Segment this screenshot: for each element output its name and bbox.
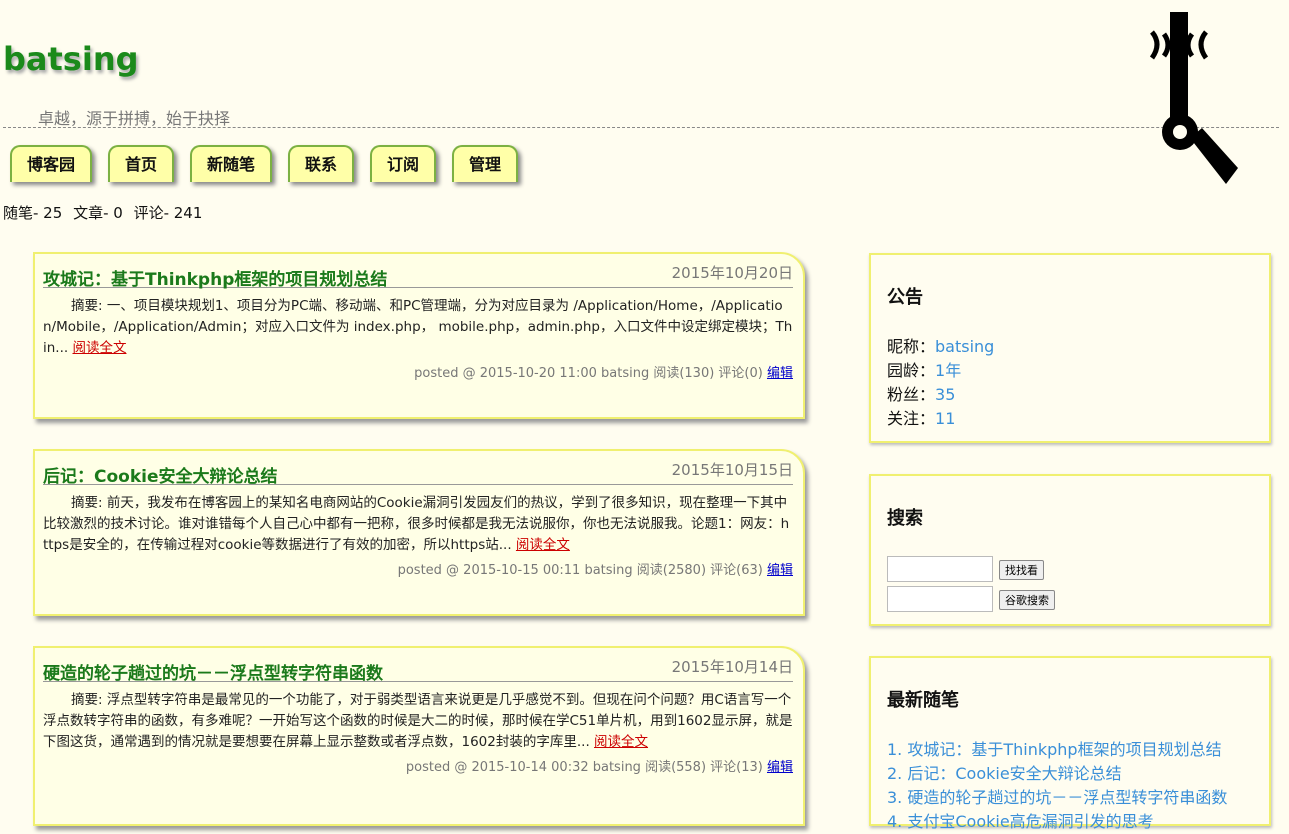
notice-label: 粉丝： xyxy=(887,385,936,404)
latest-posts-list: 1. 攻城记：基于Thinkphp框架的项目规划总结 2. 后记：Cookie安… xyxy=(887,738,1253,834)
fans-link[interactable]: 35 xyxy=(935,385,955,404)
read-more-link[interactable]: 阅读全文 xyxy=(594,734,648,750)
post-title[interactable]: 攻城记：基于Thinkphp框架的项目规划总结 xyxy=(43,265,387,290)
nav-tab-home[interactable]: 首页 xyxy=(108,145,174,182)
stat-posts: 随笔- 25 xyxy=(3,204,63,222)
age-link[interactable]: 1年 xyxy=(935,361,961,380)
post-title[interactable]: 后记：Cookie安全大辩论总结 xyxy=(43,462,278,487)
post-header: 攻城记：基于Thinkphp框架的项目规划总结 2015年10月20日 xyxy=(43,260,793,290)
post-header: 硬造的轮子趟过的坑－－浮点型转字符串函数 2015年10月14日 xyxy=(43,654,793,684)
latest-post-link[interactable]: 4. 支付宝Cookie高危漏洞引发的思考 xyxy=(887,812,1154,831)
stat-articles: 文章- 0 xyxy=(73,204,123,222)
post-summary: 摘要: 一、项目模块规划1、项目分为PC端、移动端、和PC管理端，分为对应目录为… xyxy=(43,296,793,359)
notice-label: 园龄： xyxy=(887,361,936,380)
nav-tab-new-post[interactable]: 新随笔 xyxy=(190,145,272,182)
notice-widget: 公告 昵称：batsing 园龄：1年 粉丝：35 关注：11 xyxy=(869,253,1271,443)
latest-posts-widget: 最新随笔 1. 攻城记：基于Thinkphp框架的项目规划总结 2. 后记：Co… xyxy=(869,656,1271,831)
post-card: 后记：Cookie安全大辩论总结 2015年10月15日 摘要: 前天，我发布在… xyxy=(33,449,805,616)
edit-link[interactable]: 编辑 xyxy=(767,760,793,775)
list-item: 4. 支付宝Cookie高危漏洞引发的思考 xyxy=(887,810,1253,834)
post-summary-text: 摘要: 一、项目模块规划1、项目分为PC端、移动端、和PC管理端，分为对应目录为… xyxy=(43,298,793,356)
post-meta-text: posted @ 2015-10-14 00:32 batsing 阅读(558… xyxy=(405,760,763,775)
site-subtitle: 卓越，源于拼搏，始于抉择 xyxy=(38,109,231,128)
nickname-link[interactable]: batsing xyxy=(935,337,994,356)
post-meta: posted @ 2015-10-20 11:00 batsing 阅读(130… xyxy=(43,362,793,381)
list-item: 2. 后记：Cookie安全大辩论总结 xyxy=(887,762,1253,786)
notice-row-age: 园龄：1年 xyxy=(887,359,1253,383)
post-date: 2015年10月15日 xyxy=(671,461,793,479)
post-date: 2015年10月20日 xyxy=(671,264,793,282)
notice-title: 公告 xyxy=(887,287,923,308)
site-search-button[interactable]: 找找看 xyxy=(999,560,1044,580)
google-search-button[interactable]: 谷歌搜索 xyxy=(999,590,1055,610)
batsing-logo-icon xyxy=(1149,12,1238,184)
notice-row-nickname: 昵称：batsing xyxy=(887,335,1253,359)
site-search-input[interactable] xyxy=(887,556,993,582)
list-item: 3. 硬造的轮子趟过的坑－－浮点型转字符串函数 xyxy=(887,786,1253,810)
post-date: 2015年10月14日 xyxy=(671,658,793,676)
post-meta: posted @ 2015-10-15 00:11 batsing 阅读(258… xyxy=(43,559,793,578)
blog-stats: 随笔- 25 文章- 0 评论- 241 xyxy=(3,202,208,223)
list-item: 1. 攻城记：基于Thinkphp框架的项目规划总结 xyxy=(887,738,1253,762)
notice-row-follow: 关注：11 xyxy=(887,407,1253,431)
latest-post-link[interactable]: 2. 后记：Cookie安全大辩论总结 xyxy=(887,764,1122,783)
latest-title: 最新随笔 xyxy=(887,690,959,711)
post-header: 后记：Cookie安全大辩论总结 2015年10月15日 xyxy=(43,457,793,487)
follow-link[interactable]: 11 xyxy=(935,409,955,428)
post-summary-text: 摘要: 浮点型转字符串是最常见的一个功能了，对于弱类型语言来说更是几乎感觉不到。… xyxy=(43,692,793,750)
google-search-input[interactable] xyxy=(887,586,993,612)
nav-tab-cnblogs[interactable]: 博客园 xyxy=(10,145,92,182)
nav-tab-subscribe[interactable]: 订阅 xyxy=(370,145,436,182)
search-title: 搜索 xyxy=(887,508,923,529)
search-row-site: 找找看 xyxy=(887,556,1253,586)
post-meta-text: posted @ 2015-10-15 00:11 batsing 阅读(258… xyxy=(397,563,763,578)
post-card: 硬造的轮子趟过的坑－－浮点型转字符串函数 2015年10月14日 摘要: 浮点型… xyxy=(33,646,805,826)
notice-label: 关注： xyxy=(887,409,936,428)
edit-link[interactable]: 编辑 xyxy=(767,366,793,381)
search-widget: 搜索 找找看 谷歌搜索 xyxy=(869,474,1271,626)
header-divider xyxy=(3,127,1279,128)
latest-post-link[interactable]: 3. 硬造的轮子趟过的坑－－浮点型转字符串函数 xyxy=(887,788,1227,807)
post-meta-text: posted @ 2015-10-20 11:00 batsing 阅读(130… xyxy=(414,366,763,381)
post-summary: 摘要: 前天，我发布在博客园上的某知名电商网站的Cookie漏洞引发园友们的热议… xyxy=(43,493,793,556)
post-meta: posted @ 2015-10-14 00:32 batsing 阅读(558… xyxy=(43,756,793,775)
post-summary-text: 摘要: 前天，我发布在博客园上的某知名电商网站的Cookie漏洞引发园友们的热议… xyxy=(43,495,790,553)
post-summary: 摘要: 浮点型转字符串是最常见的一个功能了，对于弱类型语言来说更是几乎感觉不到。… xyxy=(43,690,793,753)
edit-link[interactable]: 编辑 xyxy=(767,563,793,578)
site-title[interactable]: batsing xyxy=(3,40,139,78)
stat-comments: 评论- 241 xyxy=(133,204,203,222)
latest-post-link[interactable]: 1. 攻城记：基于Thinkphp框架的项目规划总结 xyxy=(887,740,1222,759)
post-title[interactable]: 硬造的轮子趟过的坑－－浮点型转字符串函数 xyxy=(43,659,383,684)
nav-tab-admin[interactable]: 管理 xyxy=(452,145,518,182)
post-card: 攻城记：基于Thinkphp框架的项目规划总结 2015年10月20日 摘要: … xyxy=(33,252,805,419)
read-more-link[interactable]: 阅读全文 xyxy=(516,537,570,553)
nav-tab-contact[interactable]: 联系 xyxy=(288,145,354,182)
notice-label: 昵称： xyxy=(887,337,936,356)
notice-row-fans: 粉丝：35 xyxy=(887,383,1253,407)
search-row-google: 谷歌搜索 xyxy=(887,586,1253,616)
read-more-link[interactable]: 阅读全文 xyxy=(72,340,126,356)
